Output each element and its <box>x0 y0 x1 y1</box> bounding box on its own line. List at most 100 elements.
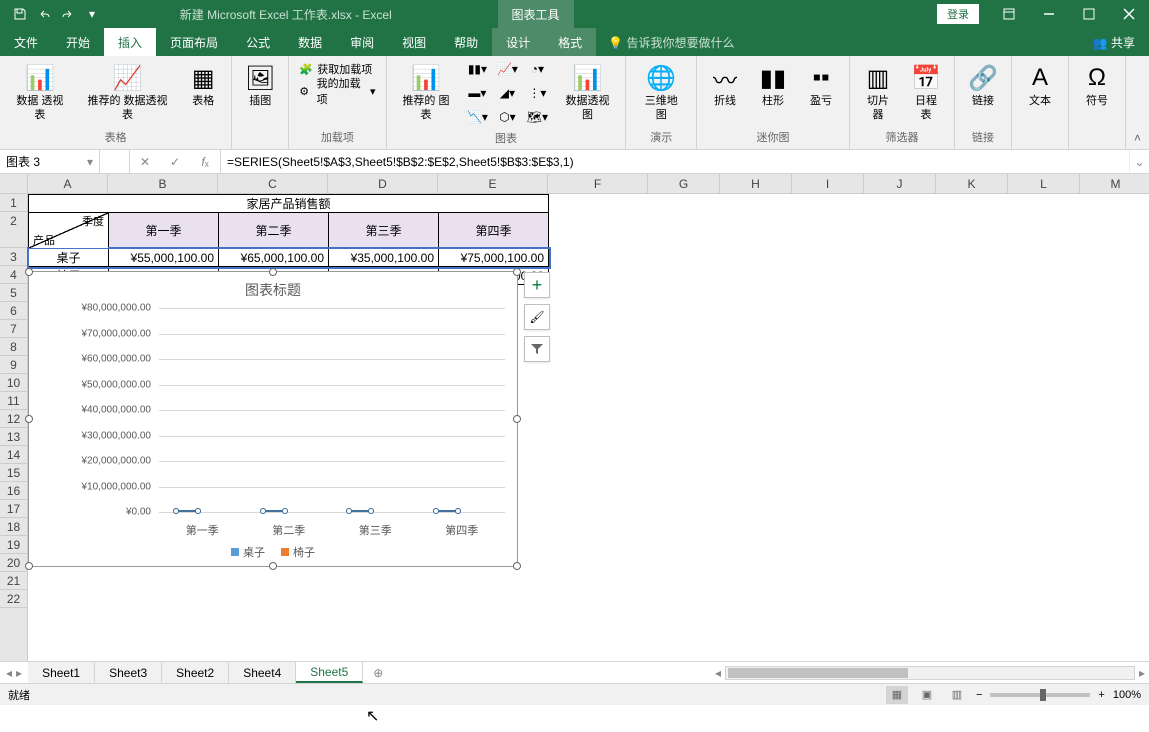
column-header-C[interactable]: C <box>218 174 328 193</box>
column-header-B[interactable]: B <box>108 174 218 193</box>
row-header-15[interactable]: 15 <box>0 464 27 482</box>
zoom-in-button[interactable]: + <box>1098 689 1104 701</box>
column-header-J[interactable]: J <box>864 174 936 193</box>
zoom-out-button[interactable]: − <box>976 689 982 701</box>
recommended-charts-button[interactable]: 📊推荐的 图表 <box>393 58 460 126</box>
enter-formula-button[interactable]: ✓ <box>160 155 190 169</box>
my-addins-button[interactable]: ⚙我的加载项 ▾ <box>295 80 379 102</box>
sparkline-column-button[interactable]: ▮▮柱形 <box>751 58 795 112</box>
column-header-A[interactable]: A <box>28 174 108 193</box>
page-layout-view-button[interactable]: ▣ <box>916 686 938 704</box>
column-header-K[interactable]: K <box>936 174 1008 193</box>
hscroll-right-button[interactable]: ▸ <box>1135 666 1149 680</box>
row-header-11[interactable]: 11 <box>0 392 27 410</box>
column-header-I[interactable]: I <box>792 174 864 193</box>
qat-customize[interactable]: ▾ <box>80 0 104 28</box>
horizontal-scrollbar[interactable] <box>725 666 1135 680</box>
row-header-9[interactable]: 9 <box>0 356 27 374</box>
scatter-chart-button[interactable]: ⋮▾ <box>523 82 551 104</box>
row-header-6[interactable]: 6 <box>0 302 27 320</box>
share-button[interactable]: 👥 共享 <box>1079 28 1149 56</box>
sheet-tab-Sheet1[interactable]: Sheet1 <box>28 662 95 683</box>
slicer-button[interactable]: ▥切片器 <box>856 58 900 126</box>
login-button[interactable]: 登录 <box>937 4 979 24</box>
chart-plot-area[interactable]: ¥0.00¥10,000,000.00¥20,000,000.00¥30,000… <box>65 308 505 512</box>
select-all-corner[interactable] <box>0 174 28 194</box>
row-header-14[interactable]: 14 <box>0 446 27 464</box>
chart-bars[interactable] <box>159 308 505 512</box>
chart-y-axis[interactable]: ¥0.00¥10,000,000.00¥20,000,000.00¥30,000… <box>65 308 155 512</box>
column-header-F[interactable]: F <box>548 174 648 193</box>
expand-formula-bar[interactable]: ⌄ <box>1129 150 1149 173</box>
pie-chart-button[interactable]: ◔▾ <box>523 58 551 80</box>
menu-tab-审阅[interactable]: 审阅 <box>336 28 388 56</box>
menu-tab-数据[interactable]: 数据 <box>284 28 336 56</box>
row-header-1[interactable]: 1 <box>0 194 27 212</box>
combo-chart-button[interactable]: ⬡▾ <box>493 106 521 128</box>
hscroll-left-button[interactable]: ◂ <box>711 666 725 680</box>
formula-input[interactable]: =SERIES(Sheet5!$A$3,Sheet5!$B$2:$E$2,She… <box>221 150 1129 173</box>
column-header-G[interactable]: G <box>648 174 720 193</box>
collapse-ribbon-button[interactable]: ˄ <box>1126 127 1149 149</box>
symbol-button[interactable]: Ω符号 <box>1075 58 1119 112</box>
minimize-button[interactable] <box>1029 0 1069 28</box>
chart-resize-handle[interactable] <box>513 415 521 423</box>
pivot-chart-button[interactable]: 📊数据透视图 <box>555 58 619 126</box>
undo-button[interactable] <box>32 0 56 28</box>
chart-resize-handle[interactable] <box>513 562 521 570</box>
hyperlink-button[interactable]: 🔗链接 <box>961 58 1005 112</box>
column-header-E[interactable]: E <box>438 174 548 193</box>
maximize-button[interactable] <box>1069 0 1109 28</box>
row-header-21[interactable]: 21 <box>0 572 27 590</box>
row-header-16[interactable]: 16 <box>0 482 27 500</box>
illustrations-button[interactable]: 🖼插图 <box>238 58 282 112</box>
cells-area[interactable]: 家居产品销售额季度产品第一季第二季第三季第四季桌子¥55,000,100.00¥… <box>28 194 1149 661</box>
fx-button[interactable]: fₓ <box>190 155 220 169</box>
chart-resize-handle[interactable] <box>25 268 33 276</box>
bar-chart-button[interactable]: ▬▾ <box>463 82 491 104</box>
cancel-formula-button[interactable]: ✕ <box>130 155 160 169</box>
menu-tab-开始[interactable]: 开始 <box>52 28 104 56</box>
column-header-D[interactable]: D <box>328 174 438 193</box>
sparkline-winloss-button[interactable]: ▪▪盈亏 <box>799 58 843 112</box>
menu-tab-帮助[interactable]: 帮助 <box>440 28 492 56</box>
recommended-pivot-button[interactable]: 📈推荐的 数据透视表 <box>78 58 177 126</box>
row-header-5[interactable]: 5 <box>0 284 27 302</box>
menu-tab-文件[interactable]: 文件 <box>0 28 52 56</box>
pivot-table-button[interactable]: 📊数据 透视表 <box>6 58 74 126</box>
menu-tab-公式[interactable]: 公式 <box>232 28 284 56</box>
embedded-chart[interactable]: 图表标题 ¥0.00¥10,000,000.00¥20,000,000.00¥3… <box>28 271 518 567</box>
table-button[interactable]: ▦表格 <box>181 58 225 112</box>
row-header-3[interactable]: 3 <box>0 248 27 266</box>
close-button[interactable] <box>1109 0 1149 28</box>
menu-tab-视图[interactable]: 视图 <box>388 28 440 56</box>
new-sheet-button[interactable]: ⊕ <box>363 662 393 683</box>
sheet-tab-Sheet5[interactable]: Sheet5 <box>296 662 363 683</box>
chart-elements-button[interactable]: + <box>524 272 550 298</box>
column-header-M[interactable]: M <box>1080 174 1149 193</box>
sheet-tab-Sheet4[interactable]: Sheet4 <box>229 662 296 683</box>
name-box[interactable]: 图表 3▾ <box>0 150 100 173</box>
row-header-10[interactable]: 10 <box>0 374 27 392</box>
map-chart-button[interactable]: 🗺▾ <box>523 106 551 128</box>
row-header-4[interactable]: 4 <box>0 266 27 284</box>
menu-tab-页面布局[interactable]: 页面布局 <box>156 28 232 56</box>
menu-tab-格式[interactable]: 格式 <box>544 28 596 56</box>
chart-styles-button[interactable]: 🖌 <box>524 304 550 330</box>
row-header-17[interactable]: 17 <box>0 500 27 518</box>
line-chart-button[interactable]: 📈▾ <box>493 58 521 80</box>
row-header-8[interactable]: 8 <box>0 338 27 356</box>
column-header-L[interactable]: L <box>1008 174 1080 193</box>
chart-resize-handle[interactable] <box>513 268 521 276</box>
sparkline-line-button[interactable]: 〰折线 <box>703 58 747 112</box>
chart-resize-handle[interactable] <box>25 562 33 570</box>
sheet-nav-next[interactable]: ▸ <box>16 666 22 680</box>
hscroll-thumb[interactable] <box>728 668 908 678</box>
chart-legend[interactable]: 桌子椅子 <box>29 544 517 560</box>
tell-me-search[interactable]: 💡 告诉我你想要做什么 <box>596 28 746 56</box>
row-header-22[interactable]: 22 <box>0 590 27 608</box>
chart-filters-button[interactable] <box>524 336 550 362</box>
row-header-2[interactable]: 2 <box>0 212 27 248</box>
sheet-nav-prev[interactable]: ◂ <box>6 666 12 680</box>
sheet-tab-Sheet3[interactable]: Sheet3 <box>95 662 162 683</box>
